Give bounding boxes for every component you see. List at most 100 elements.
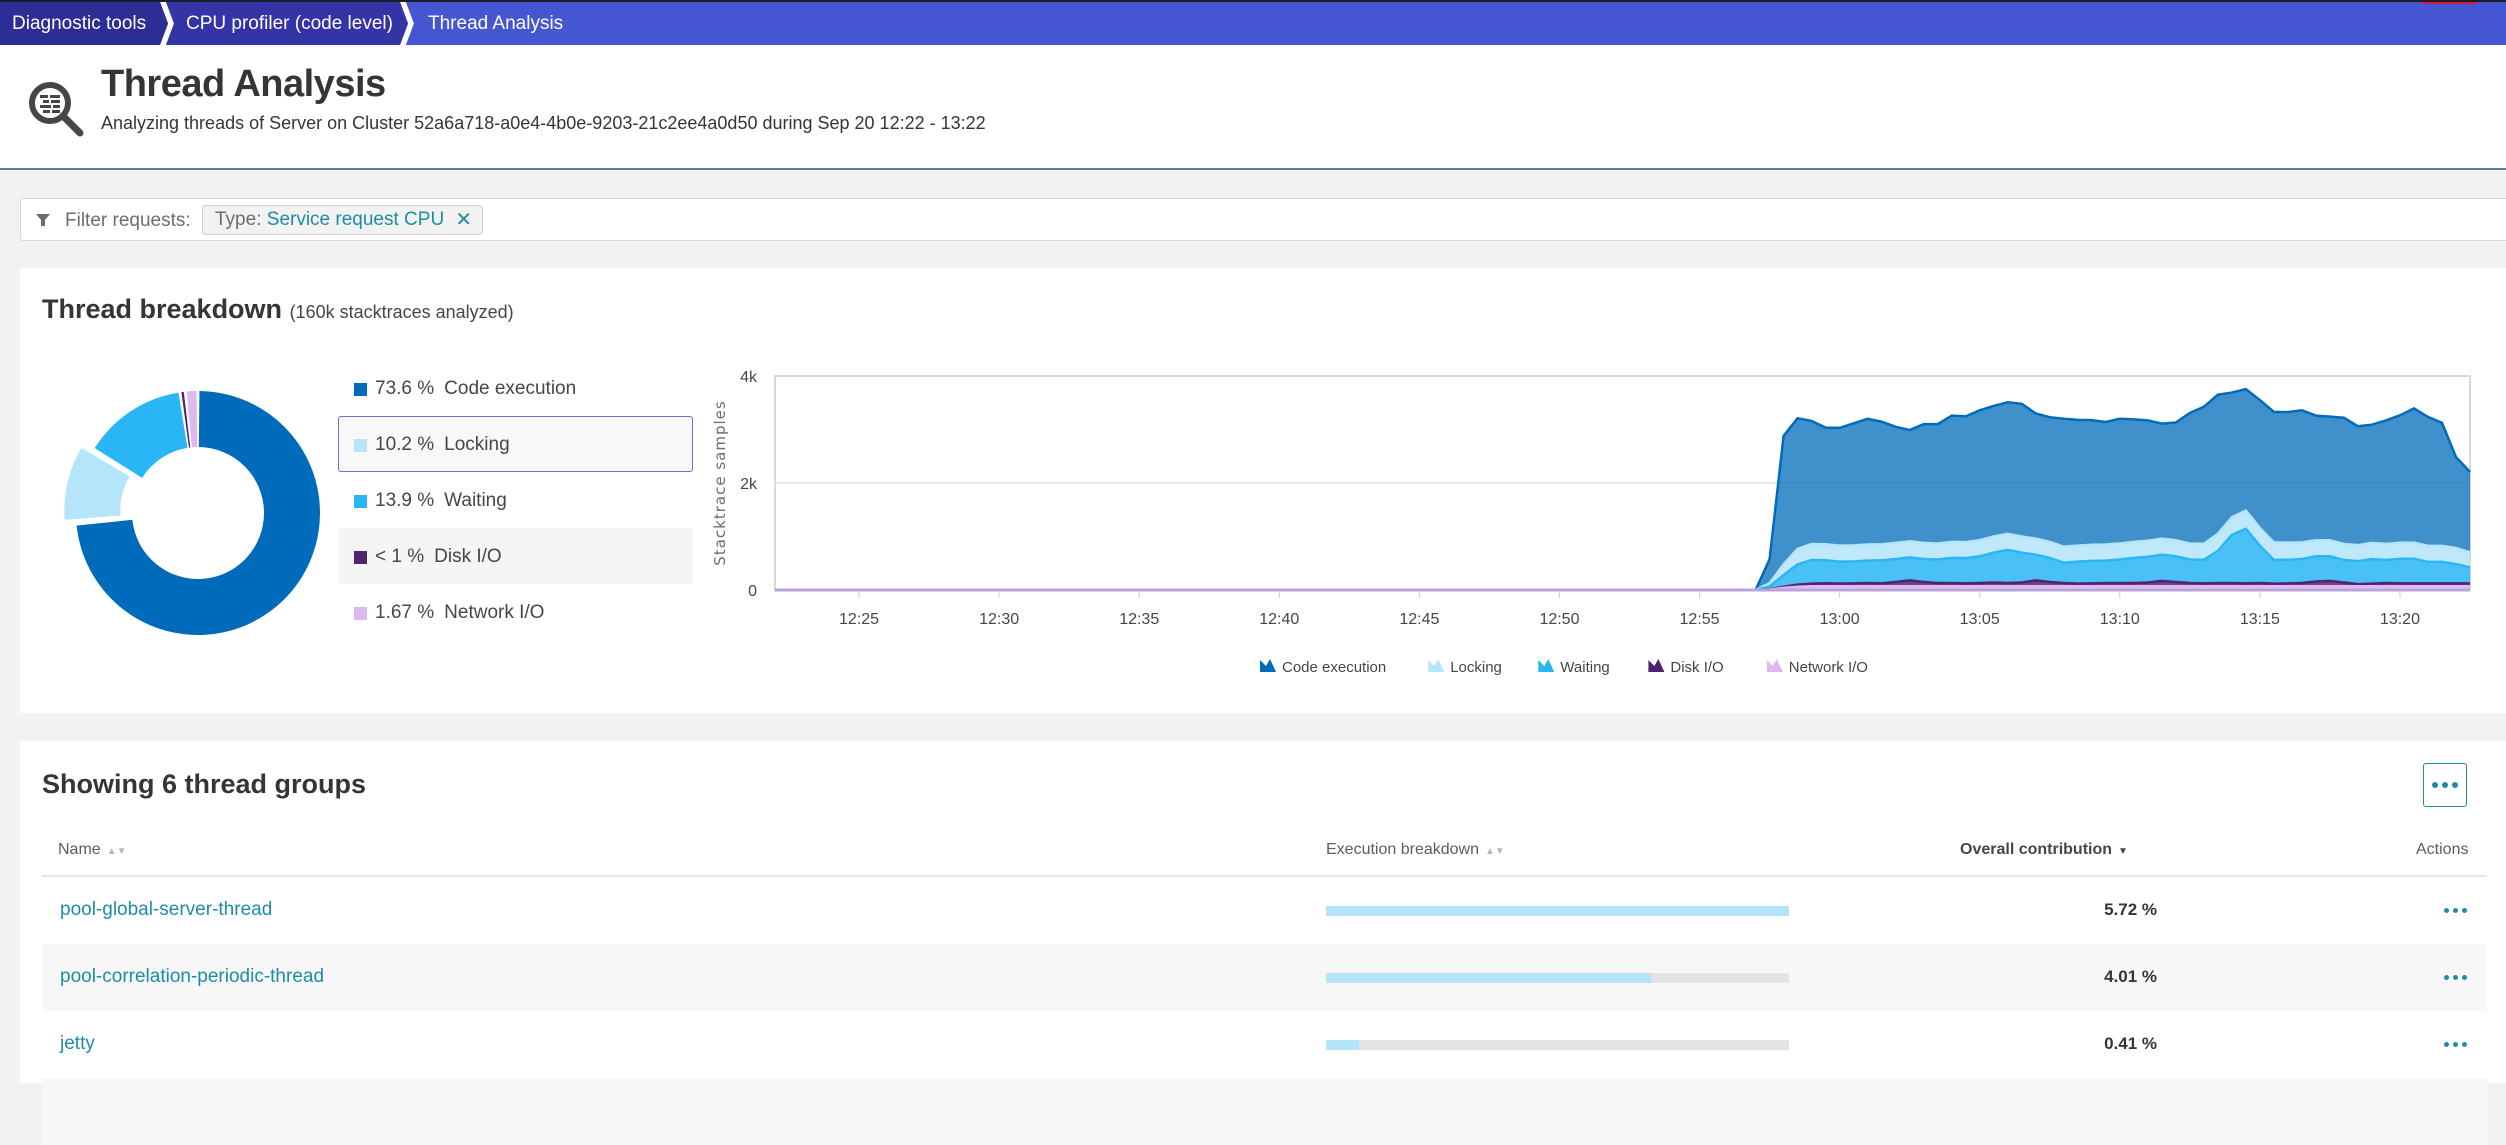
chart-legend-label: Disk I/O	[1670, 659, 1723, 676]
x-tick-label: 12:55	[1680, 611, 1720, 628]
filter-chip-key: Type:	[215, 209, 262, 230]
legend-percent: 73.6 %	[375, 378, 435, 399]
overall-contribution-value: 4.01 %	[2104, 967, 2157, 986]
thread-groups-card: Showing 6 thread groups Name ▲▼ Execution…	[20, 741, 2506, 1145]
execution-breakdown-bar-fill	[1326, 973, 1651, 983]
legend-item-locking[interactable]: 10.2 % Locking	[338, 416, 693, 472]
legend-item-disk-io[interactable]: < 1 % Disk I/O	[338, 528, 693, 584]
x-tick-label: 13:15	[2240, 611, 2280, 628]
x-tick-label: 12:45	[1399, 611, 1439, 628]
chart-legend-label: Locking	[1450, 659, 1502, 676]
more-horizontal-icon	[2440, 1031, 2470, 1057]
legend-percent: 13.9 %	[375, 490, 435, 511]
y-axis-label: Stacktrace samples	[711, 400, 729, 565]
more-horizontal-icon	[2440, 964, 2470, 990]
column-header-name[interactable]: Name ▲▼	[58, 841, 126, 859]
breadcrumb-item-diagnostic-tools[interactable]: Diagnostic tools	[0, 2, 168, 45]
overall-contribution-value: 5.72 %	[2104, 900, 2157, 919]
legend-item-waiting[interactable]: 13.9 % Waiting	[338, 472, 693, 528]
page-header: Thread Analysis Analyzing threads of Ser…	[0, 45, 2506, 170]
x-tick-label: 13:10	[2100, 611, 2140, 628]
thread-breakdown-title: Thread breakdown (160k stacktraces analy…	[42, 294, 514, 324]
area-series-icon	[1260, 659, 1276, 672]
table-row[interactable]: pool-global-server-thread 5.72 %	[42, 877, 2487, 944]
y-tick-label: 2k	[740, 476, 758, 493]
chart-legend-item-disk-i-o[interactable]: Disk I/O	[1648, 659, 1724, 676]
notification-marker	[2422, 2, 2477, 4]
legend-swatch	[354, 383, 367, 396]
execution-breakdown-bar-fill	[1326, 1040, 1360, 1050]
legend-label: Disk I/O	[434, 546, 502, 567]
page-subtitle: Analyzing threads of Server on Cluster 5…	[101, 113, 986, 133]
execution-breakdown-bar	[1326, 1040, 1789, 1050]
filter-chip-value: Service request CPU	[266, 209, 445, 230]
page-title: Thread Analysis	[101, 63, 386, 105]
legend-label: Code execution	[444, 378, 577, 399]
table-row[interactable]: pool-correlation-periodic-thread 4.01 %	[42, 944, 2487, 1011]
legend-percent: < 1 %	[375, 546, 425, 567]
x-tick-label: 12:35	[1119, 611, 1159, 628]
chart-legend-item-network-i-o[interactable]: Network I/O	[1766, 659, 1868, 676]
row-actions-button[interactable]	[2440, 1031, 2470, 1057]
x-tick-label: 12:40	[1259, 611, 1299, 628]
breakdown-legend: 73.6 % Code execution 10.2 % Locking 13.9 …	[338, 360, 693, 640]
area-series-icon	[1766, 659, 1783, 672]
chart-legend-label: Network I/O	[1789, 659, 1868, 676]
breadcrumb: Diagnostic tools CPU profiler (code leve…	[0, 0, 2506, 45]
table-row[interactable]: jetty 0.41 %	[42, 1011, 2487, 1078]
filter-bar[interactable]: Filter requests: Type: Service request C…	[20, 198, 2506, 241]
filter-chip[interactable]: Type: Service request CPU ✕	[202, 205, 484, 235]
more-options-button[interactable]	[2423, 763, 2467, 807]
execution-breakdown-bar	[1326, 973, 1789, 983]
column-header-actions: Actions	[2416, 841, 2469, 858]
area-series-icon	[1428, 659, 1445, 672]
x-tick-label: 13:05	[1960, 611, 2000, 628]
legend-swatch	[354, 495, 367, 508]
more-horizontal-icon	[2424, 764, 2466, 806]
legend-percent: 10.2 %	[375, 434, 435, 455]
legend-label: Waiting	[444, 490, 507, 511]
row-actions-button[interactable]	[2440, 964, 2470, 990]
close-icon[interactable]: ✕	[455, 206, 472, 234]
overall-contribution-value: 0.41 %	[2104, 1034, 2157, 1053]
execution-breakdown-bar	[1326, 906, 1789, 916]
breadcrumb-separator-icon	[160, 2, 174, 45]
column-header-execution-breakdown[interactable]: Execution breakdown ▲▼	[1326, 841, 1505, 859]
y-tick-label: 0	[748, 583, 757, 600]
execution-breakdown-bar-fill	[1326, 906, 1789, 916]
filter-label: Filter requests:	[65, 210, 191, 231]
x-tick-label: 13:00	[1820, 611, 1860, 628]
chart-legend-item-locking[interactable]: Locking	[1428, 659, 1502, 676]
legend-item-network-io[interactable]: 1.67 % Network I/O	[338, 584, 693, 640]
thread-breakdown-donut-chart[interactable]	[40, 368, 320, 658]
table-row[interactable]	[42, 1078, 2487, 1145]
thread-groups-title: Showing 6 thread groups	[42, 769, 367, 799]
stacktraces-count: (160k stacktraces analyzed)	[289, 302, 514, 322]
breadcrumb-item-thread-analysis[interactable]: Thread Analysis	[408, 2, 2506, 45]
legend-label: Network I/O	[444, 602, 545, 623]
breadcrumb-item-cpu-profiler[interactable]: CPU profiler (code level)	[168, 2, 408, 45]
legend-swatch	[354, 439, 367, 452]
column-header-overall-contribution[interactable]: Overall contribution ▼	[1960, 841, 2128, 859]
filter-icon	[36, 214, 50, 226]
stacked-area-chart-svg[interactable]: 0 2k 4k Stacktrace samples 12:25 12:30 12:35 12…	[680, 356, 2506, 706]
sort-descending-icon: ▼	[2118, 846, 2128, 857]
chart-legend-item-waiting[interactable]: Waiting	[1538, 659, 1610, 676]
sort-icon: ▲▼	[106, 846, 127, 857]
area-series-icon	[1538, 659, 1555, 672]
chart-legend-item-code-execution[interactable]: Code execution	[1260, 659, 1386, 676]
thread-group-link[interactable]: pool-correlation-periodic-thread	[60, 966, 324, 988]
sort-icon: ▲▼	[1484, 846, 1505, 857]
thread-group-link[interactable]: jetty	[60, 1033, 95, 1055]
more-horizontal-icon	[2440, 897, 2470, 923]
x-tick-label: 13:20	[2380, 611, 2420, 628]
legend-label: Locking	[444, 434, 510, 455]
legend-item-code-execution[interactable]: 73.6 % Code execution	[338, 360, 693, 416]
breadcrumb-separator-icon	[400, 2, 414, 45]
row-actions-button[interactable]	[2440, 897, 2470, 923]
thread-breakdown-card: Thread breakdown (160k stacktraces analy…	[20, 268, 2506, 713]
x-tick-label: 12:25	[839, 611, 879, 628]
thread-group-link[interactable]: pool-global-server-thread	[60, 899, 272, 921]
stacktrace-samples-chart[interactable]: 0 2k 4k Stacktrace samples 12:25 12:30 12:35 12…	[680, 356, 2506, 706]
legend-swatch	[354, 607, 367, 620]
